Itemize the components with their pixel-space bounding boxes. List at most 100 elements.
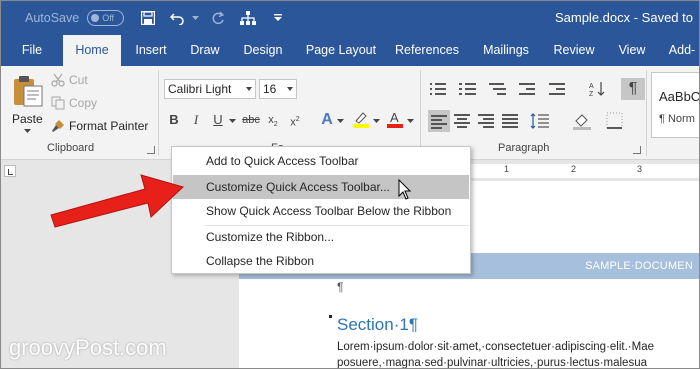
- redo-icon[interactable]: [206, 6, 230, 30]
- subscript-button[interactable]: x2: [263, 110, 283, 130]
- font-color-icon: A: [387, 110, 403, 128]
- show-formatting-icon[interactable]: ¶: [621, 78, 645, 100]
- menu-item-collapse-ribbon[interactable]: Collapse the Ribbon: [173, 249, 469, 273]
- autosave-toggle-state: Off: [102, 13, 115, 23]
- copy-icon: [51, 96, 65, 110]
- multilevel-list-icon[interactable]: [488, 80, 508, 98]
- font-size-dropdown-icon: [287, 87, 293, 91]
- strikethrough-button[interactable]: abc: [241, 110, 261, 130]
- align-center-icon[interactable]: [452, 112, 472, 130]
- justify-icon[interactable]: [500, 112, 520, 130]
- horizontal-ruler[interactable]: 1 2 3: [471, 164, 699, 178]
- ribbon-tabs: File Home Insert Draw Design Page Layout…: [1, 35, 699, 66]
- group-separator: [646, 70, 647, 156]
- bullets-icon[interactable]: [428, 80, 448, 98]
- font-color-dropdown-icon[interactable]: [405, 110, 415, 130]
- paste-label: Paste: [12, 112, 43, 126]
- paste-dropdown-icon: [24, 129, 31, 133]
- menu-item-add-to-qat[interactable]: Add to Quick Access Toolbar: [173, 149, 469, 173]
- document-title: Sample.docx - Saved to: [554, 10, 693, 25]
- tab-draw[interactable]: Draw: [183, 35, 227, 66]
- toggle-knob: [91, 14, 100, 22]
- style-name: ¶ Norm: [659, 113, 695, 125]
- tab-view[interactable]: View: [609, 35, 655, 66]
- tab-mailings[interactable]: Mailings: [473, 35, 539, 66]
- italic-button[interactable]: I: [186, 110, 206, 130]
- undo-icon[interactable]: [166, 6, 190, 30]
- tab-file[interactable]: File: [11, 35, 53, 66]
- decrease-indent-icon[interactable]: [518, 80, 538, 98]
- highlight-button[interactable]: [351, 110, 371, 130]
- tab-page-layout[interactable]: Page Layout: [299, 35, 383, 66]
- tab-references[interactable]: References: [391, 35, 463, 66]
- tab-add-ins[interactable]: Add-: [661, 35, 699, 66]
- save-icon[interactable]: [136, 6, 160, 30]
- clipboard-launcher-icon[interactable]: [147, 146, 155, 154]
- group-separator: [158, 70, 159, 156]
- svg-text:Z: Z: [589, 91, 594, 98]
- ruler-number: 1: [504, 164, 510, 174]
- paragraph-mark: ¶: [337, 280, 344, 294]
- customize-qat-icon[interactable]: [266, 6, 290, 30]
- structure-icon[interactable]: [236, 6, 260, 30]
- paintbrush-icon: [52, 120, 64, 132]
- header-text: SAMPLE·DOCUMEN: [585, 260, 693, 272]
- autosave-control[interactable]: AutoSave Off: [25, 10, 125, 26]
- line-spacing-icon[interactable]: [530, 112, 550, 130]
- tab-selector-icon[interactable]: [4, 165, 16, 177]
- paragraph-group-label: Paragraph: [498, 142, 550, 154]
- numbering-icon[interactable]: [458, 80, 478, 98]
- underline-button[interactable]: U: [208, 110, 228, 130]
- format-painter-label: Format Painter: [69, 119, 149, 133]
- borders-icon[interactable]: [605, 112, 625, 130]
- tab-insert[interactable]: Insert: [127, 35, 175, 66]
- paste-icon: [14, 76, 43, 107]
- font-name-value: Calibri Light: [168, 82, 232, 96]
- menu-item-show-qat-below[interactable]: Show Quick Access Toolbar Below the Ribb…: [173, 199, 469, 223]
- copy-label: Copy: [69, 96, 98, 110]
- body-text-line: posuere,·magna·sed·pulvinar·ultricies,·p…: [337, 357, 647, 369]
- paste-button[interactable]: Paste: [7, 72, 49, 134]
- underline-dropdown-icon[interactable]: [227, 110, 237, 130]
- menu-item-customize-qat[interactable]: Customize Quick Access Toolbar...: [173, 175, 469, 199]
- svg-text:A: A: [390, 110, 399, 125]
- section-marker: [329, 315, 332, 318]
- tab-design[interactable]: Design: [235, 35, 291, 66]
- superscript-button[interactable]: x2: [285, 110, 305, 130]
- align-left-icon[interactable]: [428, 110, 450, 132]
- font-size-box[interactable]: 16: [259, 79, 297, 99]
- font-name-box[interactable]: Calibri Light: [164, 79, 256, 99]
- word-window: AutoSave Off Sample.docx - Saved to File…: [0, 0, 700, 369]
- font-color-button[interactable]: A: [385, 110, 405, 130]
- font-name-dropdown-icon: [246, 87, 252, 91]
- tab-home[interactable]: Home: [63, 35, 121, 66]
- watermark-logo: groovyPost.com: [9, 335, 167, 360]
- scissors-icon: [51, 73, 65, 87]
- styles-gallery[interactable]: AaBbC ¶ Norm: [651, 72, 700, 138]
- clipboard-group-label: Clipboard: [47, 142, 95, 154]
- undo-dropdown-icon[interactable]: [190, 6, 200, 30]
- highlight-dropdown-icon[interactable]: [371, 110, 381, 130]
- cut-button[interactable]: Cut: [51, 70, 88, 90]
- format-painter-button[interactable]: Format Painter: [51, 116, 148, 136]
- quick-access-toolbar: AutoSave Off: [1, 1, 290, 35]
- section-heading: Section·1¶: [337, 315, 418, 334]
- text-effects-dropdown-icon[interactable]: [335, 110, 345, 130]
- style-sample: AaBbC: [659, 89, 700, 104]
- shading-icon[interactable]: [572, 112, 592, 130]
- paragraph-launcher-icon[interactable]: [633, 146, 641, 154]
- menu-item-customize-ribbon[interactable]: Customize the Ribbon...: [173, 225, 469, 249]
- red-arrow-annotation: [50, 174, 184, 228]
- bold-button[interactable]: B: [164, 110, 184, 130]
- title-bar: AutoSave Off Sample.docx - Saved to: [1, 1, 699, 35]
- text-effects-button[interactable]: A: [317, 110, 337, 130]
- sort-icon[interactable]: AZ: [588, 80, 608, 98]
- autosave-toggle[interactable]: Off: [87, 10, 125, 26]
- body-text-line: Lorem·ipsum·dolor·sit·amet,·consectetuer…: [337, 341, 654, 353]
- copy-button[interactable]: Copy: [51, 93, 97, 113]
- ruler-number: 3: [637, 164, 643, 174]
- increase-indent-icon[interactable]: [548, 80, 568, 98]
- tab-review[interactable]: Review: [547, 35, 601, 66]
- align-right-icon[interactable]: [476, 112, 496, 130]
- highlighter-icon: [353, 112, 369, 128]
